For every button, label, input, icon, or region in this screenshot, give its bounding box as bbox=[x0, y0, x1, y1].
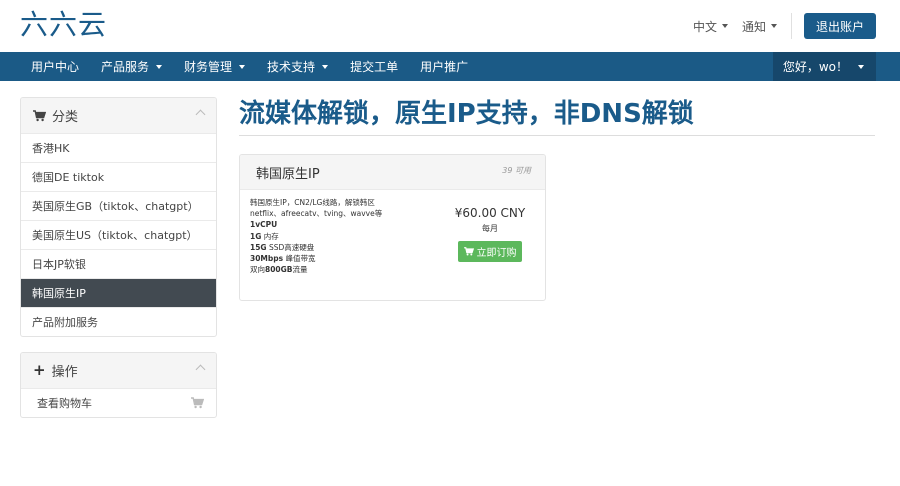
user-greeting: 您好，wo！ bbox=[782, 60, 848, 74]
chevron-down-icon bbox=[770, 24, 777, 28]
description-line: 韩国原生IP，CN2/LG线路，解锁韩区 bbox=[250, 198, 375, 207]
header: 六六云 中文 通知 退出账户 bbox=[0, 0, 900, 52]
spec-bw-value: 30Mbps bbox=[250, 254, 284, 264]
product-description: 韩国原生IP，CN2/LG线路，解锁韩区 netflix、afreecatv、t… bbox=[250, 197, 410, 275]
order-now-label: 立即订购 bbox=[476, 248, 517, 259]
category-item-de[interactable]: 德国DE tiktok bbox=[21, 162, 216, 191]
chevron-up-icon[interactable] bbox=[195, 364, 206, 375]
actions-panel: + 操作 查看购物车 bbox=[20, 352, 217, 418]
category-item-hk[interactable]: 香港HK bbox=[21, 133, 216, 162]
spec-cpu-value: 1vCPU bbox=[250, 220, 278, 230]
actions-panel-heading[interactable]: + 操作 bbox=[21, 353, 216, 388]
spec-disk: 15G SSD高速硬盘 bbox=[250, 242, 410, 253]
language-dropdown[interactable]: 中文 bbox=[693, 18, 728, 35]
product-card-body: 韩国原生IP，CN2/LG线路，解锁韩区 netflix、afreecatv、t… bbox=[240, 190, 545, 282]
nav-label: 提交工单 bbox=[350, 60, 399, 74]
spec-cpu: 1vCPU bbox=[250, 219, 410, 230]
header-divider bbox=[790, 13, 792, 39]
header-actions: 中文 通知 退出账户 bbox=[693, 13, 876, 39]
spec-traffic-prefix: 双向 bbox=[250, 265, 265, 275]
chevron-up-icon[interactable] bbox=[195, 109, 206, 120]
nav-label: 技术支持 bbox=[267, 60, 316, 74]
cart-icon bbox=[33, 109, 46, 121]
category-item-gb[interactable]: 英国原生GB（tiktok、chatgpt） bbox=[21, 191, 216, 220]
categories-panel-heading[interactable]: 分类 bbox=[21, 98, 216, 133]
spec-traffic-suffix: 流量 bbox=[292, 265, 308, 275]
categories-panel: 分类 香港HK 德国DE tiktok 英国原生GB（tiktok、chatgp… bbox=[20, 97, 217, 337]
cart-icon bbox=[463, 247, 474, 256]
chevron-down-icon bbox=[322, 64, 329, 69]
site-logo[interactable]: 六六云 bbox=[20, 9, 107, 41]
page-title: 流媒体解锁，原生IP支持，非DNS解锁 bbox=[239, 99, 694, 129]
spec-ram: 1G 内存 bbox=[250, 231, 410, 242]
order-now-button[interactable]: 立即订购 bbox=[458, 241, 522, 262]
sidebar: 分类 香港HK 德国DE tiktok 英国原生GB（tiktok、chatgp… bbox=[20, 97, 217, 433]
category-item-us[interactable]: 美国原生US（tiktok、chatgpt） bbox=[21, 220, 216, 249]
logout-button[interactable]: 退出账户 bbox=[803, 13, 876, 39]
nav-label: 用户中心 bbox=[31, 60, 80, 74]
user-menu[interactable]: 您好，wo！ bbox=[772, 52, 876, 81]
chevron-down-icon bbox=[239, 64, 246, 69]
nav-label: 产品服务 bbox=[101, 60, 150, 74]
main-navbar: 用户中心 产品服务 财务管理 技术支持 提交工单 用户推广 您好，wo！ bbox=[0, 52, 900, 81]
nav-items: 用户中心 产品服务 财务管理 技术支持 提交工单 用户推广 bbox=[0, 52, 479, 81]
product-card-header: 韩国原生IP 39 可用 bbox=[240, 155, 545, 190]
nav-item-products[interactable]: 产品服务 bbox=[90, 52, 173, 81]
category-item-addons[interactable]: 产品附加服务 bbox=[21, 307, 216, 336]
nav-item-user-center[interactable]: 用户中心 bbox=[20, 52, 90, 81]
title-divider bbox=[239, 135, 875, 136]
spec-ram-label: 内存 bbox=[263, 231, 279, 241]
cart-icon bbox=[191, 397, 204, 409]
product-pricing: ¥60.00 CNY 每月 立即订购 bbox=[445, 206, 535, 262]
view-cart-link[interactable]: 查看购物车 bbox=[21, 388, 216, 417]
language-label: 中文 bbox=[692, 19, 717, 34]
spec-bandwidth: 30Mbps 峰值带宽 bbox=[250, 253, 410, 264]
product-price: ¥60.00 CNY bbox=[454, 206, 526, 220]
description-line: netflix、afreecatv、tving、wavve等 bbox=[250, 209, 383, 219]
notifications-label: 通知 bbox=[741, 19, 766, 34]
spec-disk-label: SSD高速硬盘 bbox=[268, 242, 315, 252]
nav-item-billing[interactable]: 财务管理 bbox=[173, 52, 256, 81]
nav-item-support[interactable]: 技术支持 bbox=[256, 52, 339, 81]
notifications-dropdown[interactable]: 通知 bbox=[742, 18, 777, 35]
categories-title: 分类 bbox=[52, 110, 79, 125]
view-cart-label: 查看购物车 bbox=[37, 397, 92, 410]
actions-title: 操作 bbox=[51, 365, 78, 380]
nav-label: 财务管理 bbox=[184, 60, 233, 74]
category-item-jp[interactable]: 日本JP软银 bbox=[21, 249, 216, 278]
spec-traffic-value: 800GB bbox=[265, 265, 293, 275]
nav-label: 用户推广 bbox=[420, 60, 469, 74]
chevron-down-icon bbox=[858, 64, 864, 69]
nav-item-affiliate[interactable]: 用户推广 bbox=[409, 52, 479, 81]
product-name: 韩国原生IP bbox=[256, 166, 320, 182]
chevron-down-icon bbox=[721, 24, 728, 28]
billing-period: 每月 bbox=[482, 224, 498, 233]
product-card: 韩国原生IP 39 可用 韩国原生IP，CN2/LG线路，解锁韩区 netfli… bbox=[239, 154, 546, 301]
plus-icon: + bbox=[33, 361, 46, 379]
spec-bw-label: 峰值带宽 bbox=[285, 254, 316, 264]
chevron-down-icon bbox=[156, 64, 163, 69]
spec-ram-value: 1G bbox=[250, 231, 262, 241]
product-stock: 39 可用 bbox=[502, 166, 531, 175]
spec-disk-value: 15G bbox=[250, 242, 267, 252]
category-item-kr[interactable]: 韩国原生IP bbox=[21, 278, 216, 307]
spec-traffic: 双向800GB流量 bbox=[250, 264, 410, 275]
nav-item-submit-ticket[interactable]: 提交工单 bbox=[339, 52, 409, 81]
